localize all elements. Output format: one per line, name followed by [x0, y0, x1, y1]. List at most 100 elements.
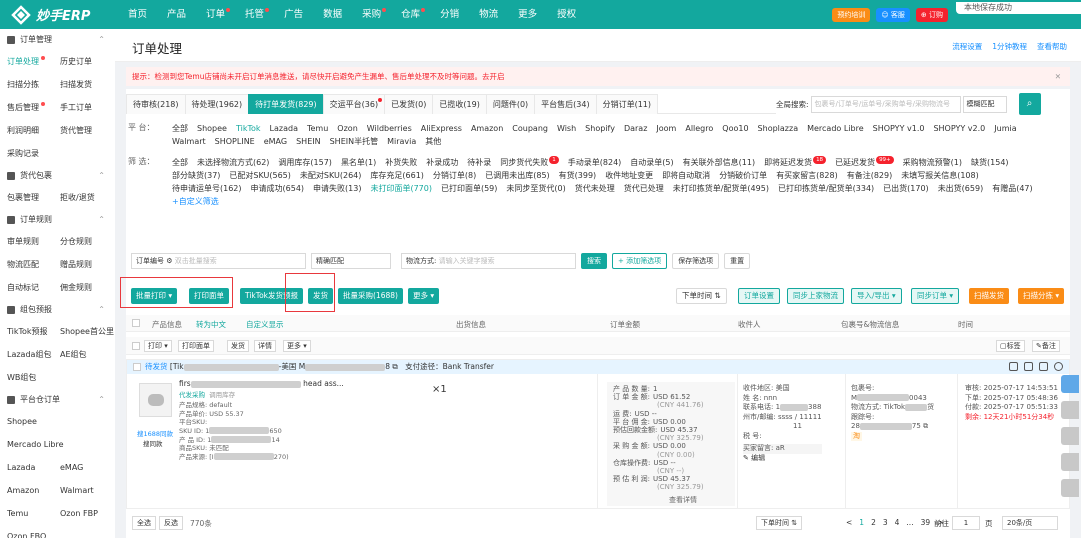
sidebar-item[interactable]: 扫描发货: [53, 79, 106, 90]
custom-filter-link[interactable]: +自定义筛选: [172, 195, 219, 208]
filter-option[interactable]: 采购物流预警(1): [903, 156, 962, 169]
filter-option[interactable]: 已打印拣货单/配货单(334): [778, 182, 874, 195]
product-title[interactable]: firs: [179, 379, 191, 388]
booking-button[interactable]: 预约培训: [832, 7, 871, 22]
platform-option[interactable]: SHEIN半托管: [330, 135, 379, 148]
goto-page-input[interactable]: 1: [952, 516, 980, 530]
filter-option[interactable]: 即将延迟发货 18: [764, 156, 827, 169]
sidebar-item[interactable]: 扫描分拣: [0, 79, 53, 90]
filter-option[interactable]: 未选择物流方式(62): [197, 156, 269, 169]
scan-ship-button[interactable]: 扫描发货: [969, 288, 1009, 304]
global-search-input[interactable]: 包裹号/订单号/运单号/采购单号/采购物流号: [810, 95, 961, 113]
check-icon[interactable]: [1054, 362, 1063, 371]
filter-option[interactable]: 有货(399): [559, 169, 597, 182]
sidebar-item[interactable]: 赠品规则: [53, 259, 106, 270]
sidebar-item[interactable]: Ozon FBO: [0, 532, 53, 538]
platform-option[interactable]: Walmart: [172, 135, 206, 148]
custom-display-link[interactable]: 自定义显示: [246, 319, 284, 330]
export-icon[interactable]: [1009, 362, 1018, 371]
platform-option[interactable]: SHEIN: [296, 135, 321, 148]
bulk-action-button[interactable]: 更多 ▾: [283, 340, 311, 352]
bulk-action-button[interactable]: 打印 ▾: [144, 340, 172, 352]
nav-item[interactable]: 数据: [313, 0, 352, 29]
print-icon[interactable]: [1024, 362, 1033, 371]
sidebar-item[interactable]: 货代管理: [53, 125, 106, 136]
nav-item[interactable]: 授权: [547, 0, 586, 29]
match-mode-select[interactable]: 模糊匹配: [962, 95, 1007, 113]
view-detail-link[interactable]: 查看详情: [613, 496, 729, 504]
sort-select[interactable]: 下单时间 ⇅: [676, 288, 727, 304]
platform-option[interactable]: Temu: [307, 122, 328, 135]
platform-option[interactable]: Ozon: [337, 122, 357, 135]
platform-option[interactable]: Daraz: [624, 122, 647, 135]
chevron-up-icon[interactable]: ⌃: [98, 215, 105, 224]
platform-option[interactable]: eMAG: [264, 135, 287, 148]
filter-option[interactable]: 收件地址变更: [605, 169, 653, 182]
page-size-select[interactable]: 20条/页: [1002, 516, 1058, 530]
edit-link[interactable]: ✎ 编辑: [743, 454, 822, 464]
chat-icon[interactable]: [1061, 453, 1079, 471]
nav-item[interactable]: 订单: [196, 0, 235, 29]
sidebar-item[interactable]: Walmart: [53, 486, 106, 495]
filter-option[interactable]: 待申请运单号(162): [172, 182, 242, 195]
platform-option[interactable]: Allegro: [685, 122, 713, 135]
filter-option[interactable]: 手动录单(824): [568, 156, 622, 169]
filter-option[interactable]: 黑名单(1): [341, 156, 376, 169]
filter-option[interactable]: 调用库存(157): [278, 156, 332, 169]
filter-option[interactable]: 自动录单(5): [630, 156, 673, 169]
platform-option[interactable]: TikTok: [236, 122, 261, 135]
sidebar-group[interactable]: 订单管理 ⌃: [0, 29, 115, 50]
filter-option[interactable]: 补录成功: [426, 156, 458, 169]
filter-option[interactable]: 补货失败: [385, 156, 417, 169]
stock-tag[interactable]: 调用库存: [209, 391, 235, 399]
sidebar-item[interactable]: 物流匹配: [0, 259, 53, 270]
phone-icon[interactable]: [1061, 427, 1079, 445]
filter-option[interactable]: 即将自动取消: [662, 169, 710, 182]
logo[interactable]: 妙手ERP: [0, 4, 118, 25]
nav-item[interactable]: 广告: [274, 0, 313, 29]
filter-option[interactable]: 已延迟发货 99+: [835, 156, 894, 169]
scan-sort-button[interactable]: 扫描分拣 ▾: [1018, 288, 1065, 304]
filter-option[interactable]: 货代已处理: [624, 182, 664, 195]
filter-option[interactable]: 库存充足(661): [370, 169, 424, 182]
sidebar-item[interactable]: 售后管理: [0, 102, 53, 113]
platform-option[interactable]: Coupang: [512, 122, 548, 135]
footer-sort-select[interactable]: 下单时间 ⇅: [756, 516, 803, 530]
filter-option[interactable]: 有赠品(47): [992, 182, 1032, 195]
filter-option[interactable]: 有关联外部信息(11): [683, 156, 755, 169]
sync-order-button[interactable]: 同步订单 ▾: [911, 288, 960, 304]
tab-status[interactable]: 问题件(0): [485, 94, 536, 114]
invert-button[interactable]: 反选: [159, 516, 183, 530]
sidebar-item[interactable]: 订单处理: [0, 56, 53, 67]
filter-option[interactable]: 未同步至货代(0): [506, 182, 565, 195]
tab-status[interactable]: 待审核(218): [126, 94, 186, 114]
filter-option[interactable]: 待补录: [467, 156, 491, 169]
sidebar-item[interactable]: 历史订单: [53, 56, 106, 67]
sidebar-item[interactable]: 自动标记: [0, 282, 53, 293]
platform-option[interactable]: Amazon: [471, 122, 503, 135]
page-link[interactable]: ...: [906, 518, 913, 527]
sidebar-item[interactable]: 审单规则: [0, 236, 53, 247]
row-checkbox[interactable]: [132, 342, 140, 352]
sidebar-item[interactable]: TikTok预报: [0, 326, 53, 337]
filter-option[interactable]: 全部: [172, 156, 188, 169]
header-checkbox[interactable]: [132, 319, 140, 329]
platform-option[interactable]: Jumia: [994, 122, 1016, 135]
nav-item[interactable]: 更多: [508, 0, 547, 29]
page-link[interactable]: 2: [871, 518, 876, 527]
reset-button[interactable]: 重置: [724, 253, 751, 269]
sidebar-item[interactable]: 采购记录: [0, 148, 53, 159]
import-export-button[interactable]: 导入/导出 ▾: [851, 288, 902, 304]
bulk-action-button[interactable]: 详情: [254, 340, 276, 352]
chevron-up-icon[interactable]: ⌃: [98, 171, 105, 180]
filter-option[interactable]: 未打印面单(770): [370, 182, 432, 195]
note-button[interactable]: ✎备注: [1032, 340, 1060, 352]
sidebar-item[interactable]: Shopee: [0, 417, 53, 426]
platform-option[interactable]: Shoplazza: [758, 122, 799, 135]
translate-icon[interactable]: [1061, 375, 1079, 393]
purchase-tag[interactable]: 代发采购: [179, 391, 205, 399]
sidebar-item[interactable]: Temu: [0, 509, 53, 518]
nav-item[interactable]: 分销: [430, 0, 469, 29]
filter-option[interactable]: 申请失败(13): [313, 182, 361, 195]
nav-item[interactable]: 产品: [157, 0, 196, 29]
